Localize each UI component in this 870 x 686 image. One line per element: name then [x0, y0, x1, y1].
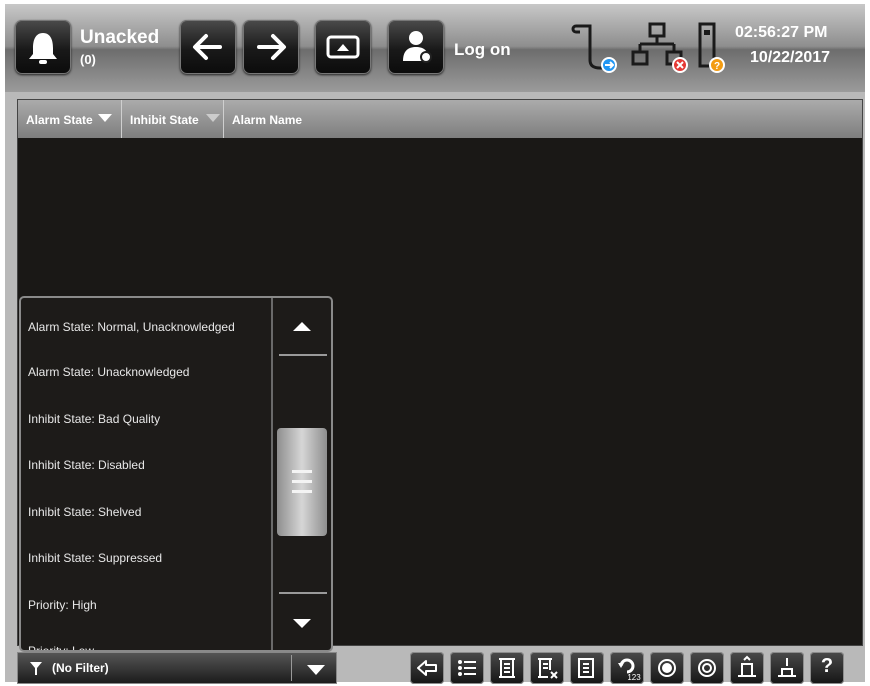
- dropdown-separator: [291, 655, 292, 681]
- clear-button[interactable]: [530, 652, 564, 684]
- controller-icon[interactable]: ?: [697, 22, 729, 74]
- alarm-bell-button[interactable]: [15, 20, 71, 74]
- column-inhibit-state-label: Inhibit State: [130, 113, 199, 127]
- acknowledge-icon: [499, 658, 515, 678]
- refresh-123-icon: 123: [618, 658, 641, 682]
- logon-label[interactable]: Log on: [454, 40, 511, 60]
- filter-list: Alarm State: Normal, Unacknowledged Alar…: [19, 296, 333, 652]
- return-icon: [417, 660, 437, 676]
- unacked-title: Unacked: [80, 27, 160, 48]
- forward-arrow-icon: [257, 34, 286, 60]
- column-alarm-name[interactable]: Alarm Name: [224, 100, 862, 138]
- bell-icon: [29, 33, 57, 64]
- ring-icon: [698, 659, 716, 677]
- clock-date: 10/22/2017: [750, 49, 831, 66]
- scrollbar-divider: [271, 298, 273, 650]
- filter-option[interactable]: Inhibit State: Shelved: [28, 505, 141, 519]
- scroll-down-icon[interactable]: [291, 616, 313, 630]
- shelve-button[interactable]: [730, 652, 764, 684]
- clear-icon: [538, 658, 558, 679]
- forward-button[interactable]: [243, 20, 299, 74]
- back-button[interactable]: [180, 20, 236, 74]
- display-icon: [326, 35, 360, 59]
- filter-option[interactable]: Priority: High: [28, 598, 97, 612]
- page-button[interactable]: [570, 652, 604, 684]
- filter-option[interactable]: Inhibit State: Disabled: [28, 458, 145, 472]
- help-icon: ?: [820, 655, 834, 677]
- return-button[interactable]: [410, 652, 444, 684]
- refresh-button[interactable]: 123: [610, 652, 644, 684]
- grip-line: [292, 470, 312, 473]
- help-button[interactable]: ?: [810, 652, 844, 684]
- ring-button[interactable]: [690, 652, 724, 684]
- display-button[interactable]: [315, 20, 371, 74]
- column-alarm-name-label: Alarm Name: [232, 113, 303, 127]
- header-bar: Unacked (0) Log on ? 02:56:27 PM 10/22/2…: [5, 4, 865, 92]
- user-icon: [403, 31, 432, 63]
- filter-dropdown-value: (No Filter): [52, 661, 109, 675]
- scrollbar-track-bottom: [279, 592, 327, 594]
- page-icon: [578, 658, 594, 678]
- filter-option[interactable]: Alarm State: Unacknowledged: [28, 365, 189, 379]
- sort-arrow-icon: [206, 114, 220, 122]
- alarm-table-header: Alarm State Inhibit State Alarm Name: [18, 100, 862, 138]
- list-button[interactable]: [450, 652, 484, 684]
- column-inhibit-state[interactable]: Inhibit State: [122, 100, 224, 138]
- filter-option[interactable]: Alarm State: Normal, Unacknowledged: [28, 320, 235, 334]
- sort-arrow-icon: [98, 114, 112, 122]
- unacked-count: (0): [80, 52, 96, 67]
- grip-line: [292, 490, 312, 493]
- scrollbar-thumb[interactable]: [277, 428, 327, 536]
- user-button[interactable]: [388, 20, 444, 74]
- filter-funnel-icon: [30, 662, 42, 675]
- scroll-up-icon[interactable]: [291, 320, 313, 334]
- svg-text:?: ?: [714, 61, 720, 72]
- filter-option[interactable]: Inhibit State: Suppressed: [28, 551, 162, 565]
- log-scroll-icon[interactable]: [570, 22, 618, 74]
- app-frame: Unacked (0) Log on ? 02:56:27 PM 10/22/2…: [5, 4, 865, 684]
- record-button[interactable]: [650, 652, 684, 684]
- list-icon: [458, 660, 476, 676]
- svg-text:123: 123: [627, 673, 641, 682]
- column-alarm-state-label: Alarm State: [26, 113, 93, 127]
- unshelve-button[interactable]: [770, 652, 804, 684]
- shelve-icon: [738, 655, 756, 677]
- filter-option[interactable]: Inhibit State: Bad Quality: [28, 412, 160, 426]
- grip-line: [292, 480, 312, 483]
- filter-dropdown[interactable]: (No Filter): [17, 652, 337, 684]
- scrollbar-track-top: [279, 354, 327, 356]
- unshelve-icon: [778, 658, 796, 677]
- filter-option[interactable]: Priority: Low: [28, 644, 94, 650]
- record-icon: [658, 659, 676, 677]
- network-icon[interactable]: [630, 22, 690, 74]
- chevron-down-icon[interactable]: [306, 664, 326, 676]
- acknowledge-button[interactable]: [490, 652, 524, 684]
- clock-time: 02:56:27 PM: [735, 24, 828, 41]
- column-alarm-state[interactable]: Alarm State: [18, 100, 122, 138]
- back-arrow-icon: [193, 34, 222, 60]
